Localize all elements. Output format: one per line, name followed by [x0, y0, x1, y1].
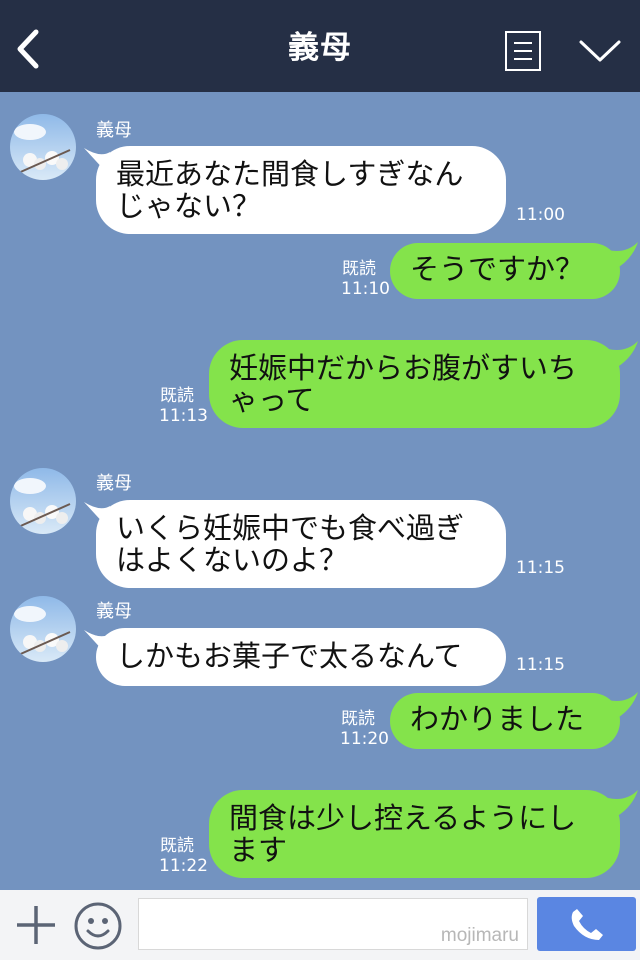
message-bubble[interactable]: しかもお菓子で太るなんて: [96, 628, 506, 686]
message-bubble[interactable]: 間食は少し控えるようにし ます: [209, 790, 620, 878]
menu-list-icon[interactable]: [505, 31, 541, 71]
timestamp: 11:15: [516, 558, 565, 578]
timestamp: 11:13: [159, 406, 208, 426]
sender-name: 義母: [96, 120, 132, 141]
read-receipt: 既読: [160, 386, 194, 406]
sender-name: 義母: [96, 601, 132, 622]
avatar[interactable]: [10, 596, 76, 662]
message-text: ゃって: [229, 383, 315, 417]
message-text: はよくないのよ？: [116, 543, 349, 577]
avatar[interactable]: [10, 114, 76, 180]
timestamp: 11:10: [341, 279, 390, 299]
message-text: 間食は少し控えるようにし: [229, 801, 577, 835]
phone-icon: [571, 909, 603, 940]
message-bubble[interactable]: わかりました: [390, 693, 620, 749]
message-bubble[interactable]: そうですか？: [390, 243, 620, 299]
call-button[interactable]: [537, 897, 636, 951]
timestamp: 11:20: [340, 729, 389, 749]
message-text: しかもお菓子で太るなんて: [116, 639, 463, 673]
input-bar: mojimaru: [0, 890, 640, 960]
message-text: そうですか？: [410, 252, 585, 286]
sender-name: 義母: [96, 473, 132, 494]
message-input[interactable]: mojimaru: [138, 898, 528, 950]
timestamp: 11:00: [516, 205, 565, 225]
watermark: mojimaru: [440, 925, 519, 946]
read-receipt: 既読: [160, 836, 194, 856]
timestamp: 11:15: [516, 655, 565, 675]
chat-area[interactable]: 義母 最近あなた間食しすぎなん じゃない？ 11:00 既読 11:10 そうで…: [0, 92, 640, 890]
plus-icon[interactable]: [15, 904, 57, 946]
message-text: じゃない？: [116, 189, 262, 223]
message-text: 妊娠中だからお腹がすいち: [229, 351, 578, 385]
chevron-down-icon[interactable]: [578, 38, 622, 64]
message-bubble[interactable]: いくら妊娠中でも食べ過ぎ はよくないのよ？: [96, 500, 506, 588]
timestamp: 11:22: [159, 856, 208, 876]
message-text: いくら妊娠中でも食べ過ぎ: [116, 511, 465, 545]
read-receipt: 既読: [342, 259, 376, 279]
message-text: ます: [229, 833, 288, 867]
message-text: 最近あなた間食しすぎなん: [116, 157, 464, 191]
chat-header: 義母: [0, 0, 640, 92]
emoji-icon[interactable]: [73, 901, 123, 951]
avatar[interactable]: [10, 468, 76, 534]
message-text: わかりました: [410, 702, 585, 736]
message-bubble[interactable]: 妊娠中だからお腹がすいち ゃって: [209, 340, 620, 428]
read-receipt: 既読: [341, 709, 375, 729]
chat-title: 義母: [288, 30, 352, 66]
message-bubble[interactable]: 最近あなた間食しすぎなん じゃない？: [96, 146, 506, 234]
